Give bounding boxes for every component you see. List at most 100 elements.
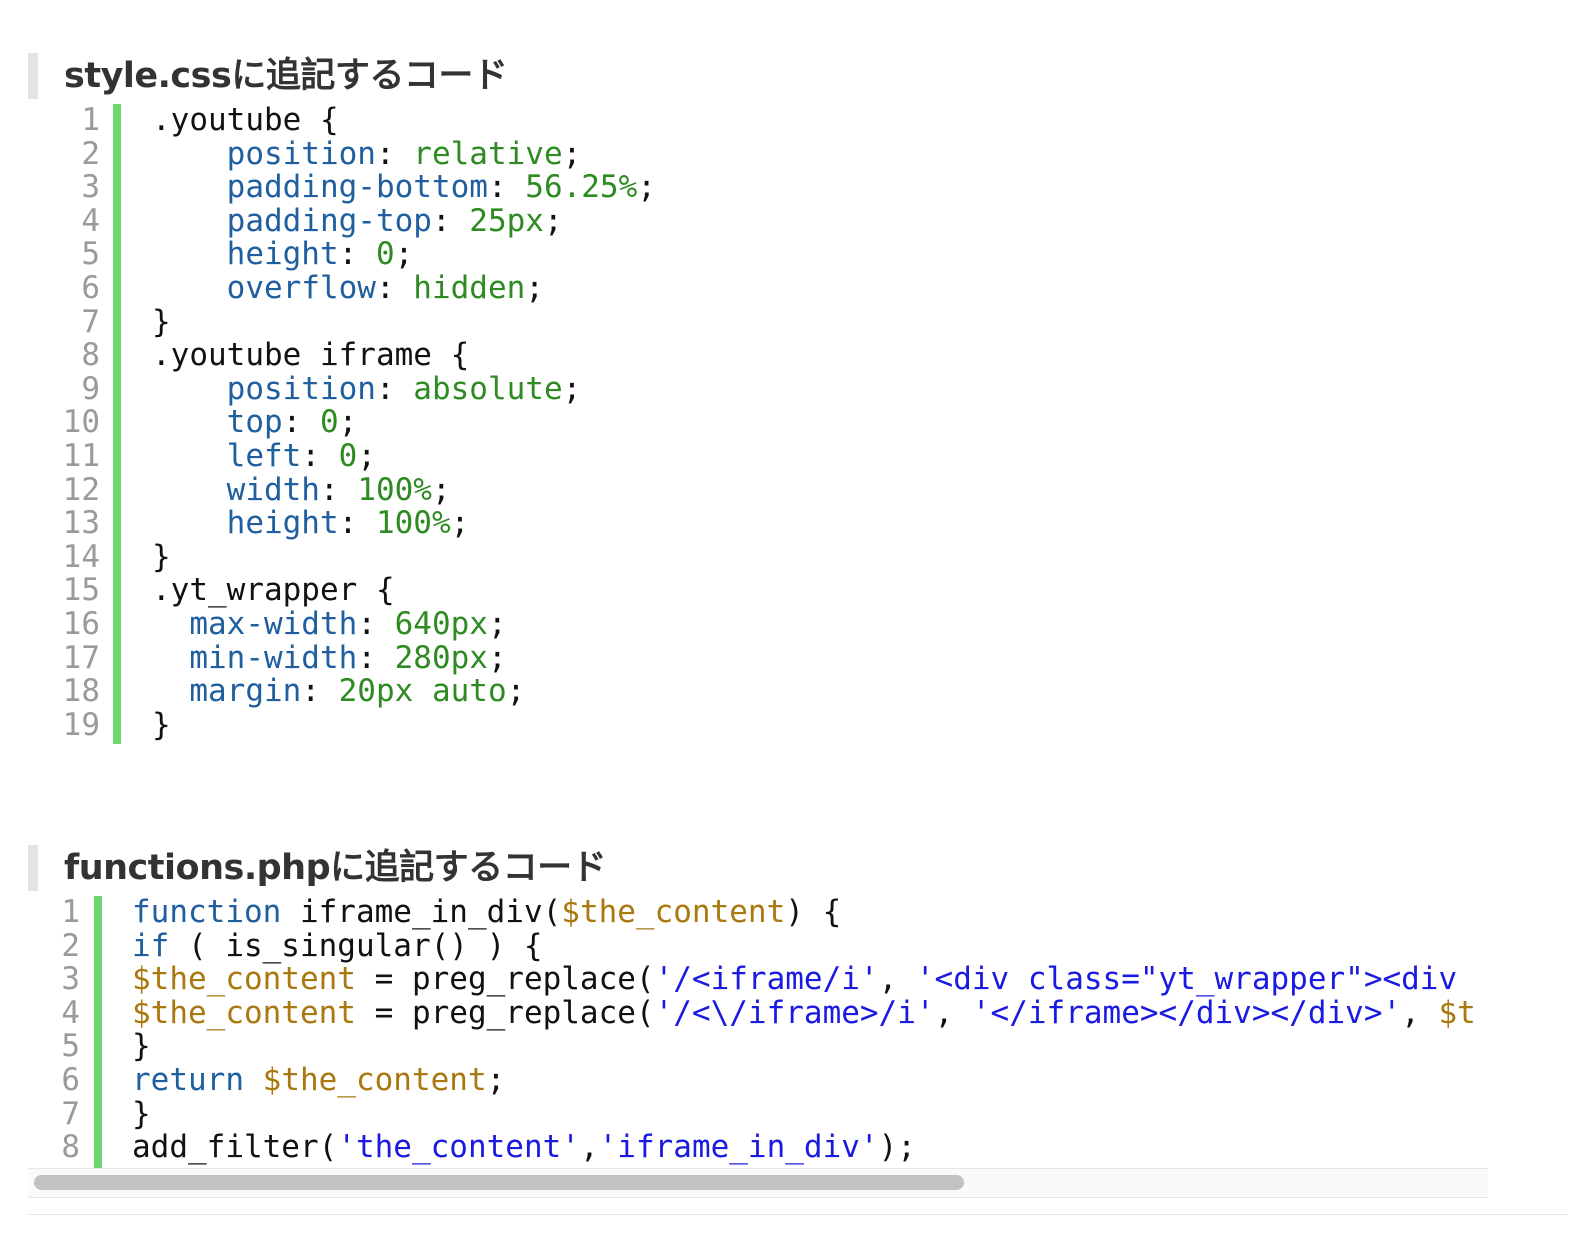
code-token: absolute (413, 370, 563, 407)
code-line: } (152, 538, 656, 575)
line-number: 13 (62, 505, 100, 542)
code-token: } (132, 1028, 151, 1065)
code-token: 0 (319, 404, 339, 441)
code-line: position: absolute; (152, 370, 656, 407)
line-number-gutter: 1 2 3 4 5 6 7 8 9 10 11 12 13 14 15 16 17 18 19 (40, 102, 100, 743)
line-number: 17 (62, 639, 100, 676)
code-token: function (132, 896, 282, 930)
code-line: max-width: 640px; (152, 605, 656, 642)
line-number: 19 (62, 706, 100, 743)
line-number: 3 (81, 169, 100, 206)
code-line: $the_content = preg_replace('/<\/iframe>… (132, 994, 1476, 1031)
line-number: 12 (62, 471, 100, 508)
code-token: ; (562, 135, 582, 172)
line-number: 4 (81, 202, 100, 239)
scrollbar-thumb[interactable] (34, 1175, 964, 1190)
line-number: 1 (81, 102, 100, 138)
code-token: top (226, 404, 283, 441)
code-token: if (132, 927, 170, 964)
code-token: 0 (375, 236, 395, 273)
line-number-gutter: 12345678 (30, 896, 80, 1165)
code-token: hidden (413, 269, 526, 306)
code-token: ; (394, 236, 414, 273)
code-token: '/<iframe/i' (654, 961, 879, 998)
code-token: } (152, 706, 171, 743)
code-token: ; (562, 370, 582, 407)
gutter-accent-bar (94, 896, 102, 1168)
code-line: top: 0; (152, 406, 656, 440)
code-token: , (1401, 994, 1439, 1031)
code-token: : (375, 269, 414, 306)
code-token: position (226, 135, 376, 172)
gutter-accent-bar (113, 104, 121, 744)
code-token: : (301, 673, 339, 710)
line-number: 14 (62, 538, 100, 575)
code-token: .yt_wrapper { (152, 572, 395, 609)
code-token: '<div class="yt_wrapper"><div (915, 961, 1458, 998)
code-line: } (132, 1030, 1476, 1064)
code-line: .youtube { (152, 102, 656, 138)
line-number: 1 (61, 896, 80, 930)
code-token: .youtube iframe { (152, 337, 470, 374)
code-token: padding-top (226, 202, 432, 239)
line-number: 10 (62, 404, 100, 441)
code-line: width: 100%; (152, 471, 656, 508)
code-token: } (152, 538, 171, 575)
code-token: $the_content (262, 1061, 487, 1098)
code-token: ; (486, 1061, 506, 1098)
code-line: margin: 20px auto; (152, 673, 656, 710)
code-token: = preg_replace( (355, 994, 655, 1031)
divider (28, 1214, 1568, 1215)
code-line: add_filter('the_content','iframe_in_div'… (132, 1129, 1476, 1166)
code-token: margin (189, 673, 302, 710)
code-token: , (934, 994, 972, 1031)
code-token: : (431, 202, 470, 239)
code-token: : (487, 169, 526, 206)
code-token: ( is_singular() ) { (169, 927, 543, 964)
code-token: height (226, 505, 339, 542)
code-line: height: 100%; (152, 505, 656, 542)
line-number: 4 (61, 994, 80, 1031)
code-lines: .youtube { position: relative; padding-b… (152, 102, 656, 743)
code-token: ); (878, 1129, 916, 1166)
code-token: '/<\/iframe>/i' (654, 994, 935, 1031)
css-code-block: 1 2 3 4 5 6 7 8 9 10 11 12 13 14 15 16 17 18 19 .youtube {… (0, 102, 1590, 744)
line-number: 6 (81, 269, 100, 306)
code-token: ; (543, 202, 563, 239)
code-token: 640px (394, 605, 488, 642)
code-token: 'iframe_in_div' (598, 1129, 879, 1166)
code-token: ) { (785, 896, 842, 930)
code-token: .youtube { (152, 102, 339, 138)
code-token: $the_content (132, 961, 356, 998)
code-line: if ( is_singular() ) { (132, 927, 1476, 964)
code-token: relative (413, 135, 563, 172)
code-line: position: relative; (152, 135, 656, 172)
code-token: : (338, 236, 376, 273)
code-line: } (132, 1097, 1476, 1132)
code-token: : (319, 471, 358, 508)
code-line: overflow: hidden; (152, 269, 656, 306)
line-number: 6 (61, 1061, 80, 1098)
line-number: 8 (61, 1129, 80, 1166)
horizontal-scrollbar[interactable] (28, 1168, 1488, 1198)
line-number: 5 (61, 1028, 80, 1065)
code-token: } (152, 303, 171, 340)
line-number: 3 (61, 961, 80, 998)
code-line: function iframe_in_div($the_content) { (132, 896, 1476, 930)
code-token: ; (487, 605, 507, 642)
line-number: 7 (61, 1095, 80, 1132)
code-token: $t (1438, 994, 1476, 1031)
code-token: ; (506, 673, 526, 710)
code-token: : (338, 505, 376, 542)
code-line: min-width: 280px; (152, 641, 656, 676)
code-token: 25px (469, 202, 544, 239)
code-token: : (282, 404, 320, 441)
code-token: left (226, 437, 302, 474)
css-section-heading: style.cssに追記するコード (28, 53, 508, 100)
